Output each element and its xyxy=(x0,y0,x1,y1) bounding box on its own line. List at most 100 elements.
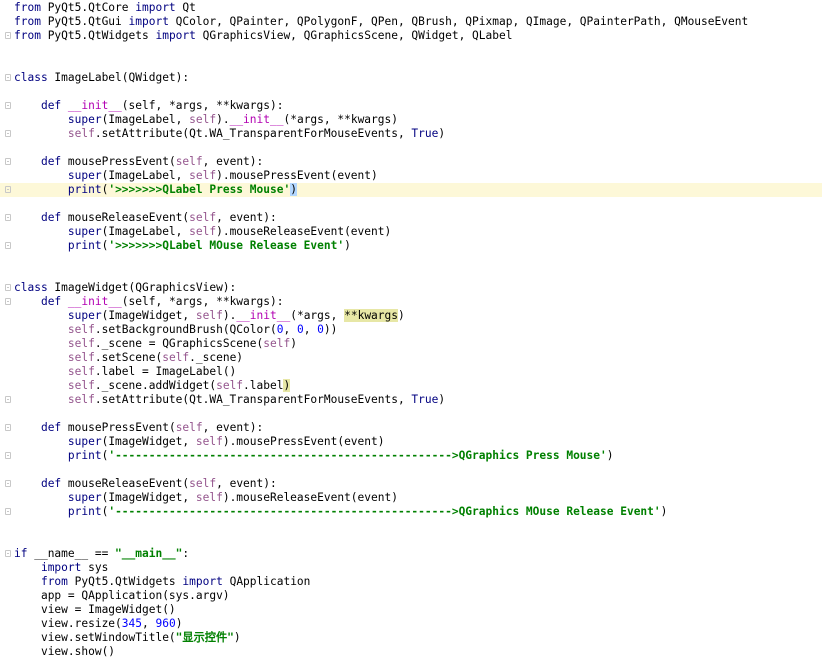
code-token: '---------------------------------------… xyxy=(108,449,607,462)
code-text: print('---------------------------------… xyxy=(14,505,668,519)
code-token: view.resize( xyxy=(40,617,122,630)
code-line[interactable]: from PyQt5.QtWidgets import QApplication xyxy=(0,575,822,589)
code-token: def xyxy=(40,295,68,308)
code-line[interactable]: app = QApplication(sys.argv) xyxy=(0,589,822,603)
code-text: self.setAttribute(Qt.WA_TransparentForMo… xyxy=(14,393,445,407)
code-line[interactable] xyxy=(0,267,822,281)
code-line[interactable] xyxy=(0,85,822,99)
code-line[interactable] xyxy=(0,197,822,211)
code-line[interactable] xyxy=(0,141,822,155)
code-token: def xyxy=(40,211,68,224)
fold-toggle-icon[interactable] xyxy=(5,452,11,459)
code-line[interactable]: view = ImageWidget() xyxy=(0,603,822,617)
code-text: super(ImageLabel, self).__init__(*args, … xyxy=(14,113,398,127)
code-line[interactable]: self._scene = QGraphicsScene(self) xyxy=(0,337,822,351)
code-token: Qt xyxy=(182,1,196,14)
code-line[interactable]: import sys xyxy=(0,561,822,575)
code-text: view = ImageWidget() xyxy=(14,603,176,617)
code-line[interactable]: self._scene.addWidget(self.label) xyxy=(0,379,822,393)
fold-toggle-icon[interactable] xyxy=(5,214,11,221)
code-line[interactable] xyxy=(0,253,822,267)
code-line[interactable]: super(ImageLabel, self).mouseReleaseEven… xyxy=(0,225,822,239)
code-token: self xyxy=(67,379,95,392)
fold-toggle-icon[interactable] xyxy=(5,298,11,305)
fold-toggle-icon[interactable] xyxy=(5,102,11,109)
code-token: ): xyxy=(270,295,284,308)
code-token: self xyxy=(195,309,223,322)
code-line[interactable]: self.setBackgroundBrush(QColor(0, 0, 0)) xyxy=(0,323,822,337)
code-line[interactable]: def __init__(self, *args, **kwargs): xyxy=(0,295,822,309)
code-token: self xyxy=(162,351,190,364)
code-line[interactable]: self.setAttribute(Qt.WA_TransparentForMo… xyxy=(0,393,822,407)
code-token: self xyxy=(67,351,95,364)
fold-toggle-icon[interactable] xyxy=(5,74,11,81)
code-line[interactable]: def mouseReleaseEvent(self, event): xyxy=(0,211,822,225)
code-line[interactable]: view.show() xyxy=(0,645,822,659)
code-token: super xyxy=(67,491,102,504)
code-line[interactable]: from PyQt5.QtCore import Qt xyxy=(0,1,822,15)
fold-toggle-icon[interactable] xyxy=(5,242,11,249)
code-line[interactable]: super(ImageLabel, self).__init__(*args, … xyxy=(0,113,822,127)
code-line[interactable]: self.setScene(self._scene) xyxy=(0,351,822,365)
code-line[interactable]: def mousePressEvent(self, event): xyxy=(0,155,822,169)
code-text: from PyQt5.QtCore import Qt xyxy=(14,1,196,15)
code-line[interactable] xyxy=(0,43,822,57)
fold-toggle-icon[interactable] xyxy=(5,424,11,431)
code-line[interactable]: def mouseReleaseEvent(self, event): xyxy=(0,477,822,491)
code-token: self xyxy=(189,211,217,224)
code-line[interactable] xyxy=(0,57,822,71)
code-token: import xyxy=(155,29,203,42)
code-token: (self, xyxy=(121,99,169,112)
code-line[interactable]: print('>>>>>>>QLabel MOuse Release Event… xyxy=(0,239,822,253)
code-token: *args, xyxy=(296,309,345,322)
code-token: self xyxy=(195,435,223,448)
code-line[interactable]: print('---------------------------------… xyxy=(0,449,822,463)
code-line[interactable]: def mousePressEvent(self, event): xyxy=(0,421,822,435)
code-line[interactable]: class ImageLabel(QWidget): xyxy=(0,71,822,85)
code-line[interactable]: super(ImageWidget, self).__init__(*args,… xyxy=(0,309,822,323)
code-line[interactable] xyxy=(0,463,822,477)
code-line[interactable]: from PyQt5.QtWidgets import QGraphicsVie… xyxy=(0,29,822,43)
code-token: ) xyxy=(438,127,446,140)
code-line[interactable]: print('---------------------------------… xyxy=(0,505,822,519)
fold-toggle-icon[interactable] xyxy=(5,480,11,487)
code-token: print xyxy=(67,449,102,462)
code-line[interactable]: view.setWindowTitle("显示控件") xyxy=(0,631,822,645)
code-line[interactable]: print('>>>>>>>QLabel Press Mouse') xyxy=(0,183,822,197)
code-token: self xyxy=(189,477,217,490)
code-token: from xyxy=(40,575,75,588)
code-token: class xyxy=(14,71,55,84)
code-line[interactable]: if __name__ == "__main__": xyxy=(0,547,822,561)
code-line[interactable]: class ImageWidget(QGraphicsView): xyxy=(0,281,822,295)
fold-toggle-icon[interactable] xyxy=(5,158,11,165)
code-token: sys xyxy=(88,561,109,574)
code-token: import xyxy=(128,15,176,28)
fold-toggle-icon[interactable] xyxy=(5,130,11,137)
fold-toggle-icon[interactable] xyxy=(5,396,11,403)
fold-toggle-icon[interactable] xyxy=(5,32,11,39)
code-line[interactable]: self.label = ImageLabel() xyxy=(0,365,822,379)
fold-toggle-icon[interactable] xyxy=(5,186,11,193)
code-line[interactable]: from PyQt5.QtGui import QColor, QPainter… xyxy=(0,15,822,29)
code-line[interactable] xyxy=(0,519,822,533)
code-text: self.label = ImageLabel() xyxy=(14,365,236,379)
code-line[interactable]: super(ImageWidget, self).mousePressEvent… xyxy=(0,435,822,449)
fold-toggle-icon[interactable] xyxy=(5,284,11,291)
code-line[interactable]: super(ImageLabel, self).mousePressEvent(… xyxy=(0,169,822,183)
code-line[interactable]: view.resize(345, 960) xyxy=(0,617,822,631)
code-line[interactable]: super(ImageWidget, self).mouseReleaseEve… xyxy=(0,491,822,505)
code-token: ).mouseReleaseEvent(event) xyxy=(216,225,392,238)
code-text: if __name__ == "__main__": xyxy=(14,547,189,561)
code-token: PyQt5.QtWidgets xyxy=(74,575,183,588)
code-line[interactable] xyxy=(0,533,822,547)
fold-toggle-icon[interactable] xyxy=(5,508,11,515)
fold-toggle-icon[interactable] xyxy=(5,550,11,557)
code-token: __init__ xyxy=(67,295,122,308)
code-line[interactable]: self.setAttribute(Qt.WA_TransparentForMo… xyxy=(0,127,822,141)
code-line[interactable] xyxy=(0,407,822,421)
code-line[interactable]: def __init__(self, *args, **kwargs): xyxy=(0,99,822,113)
code-token: ) xyxy=(660,505,668,518)
